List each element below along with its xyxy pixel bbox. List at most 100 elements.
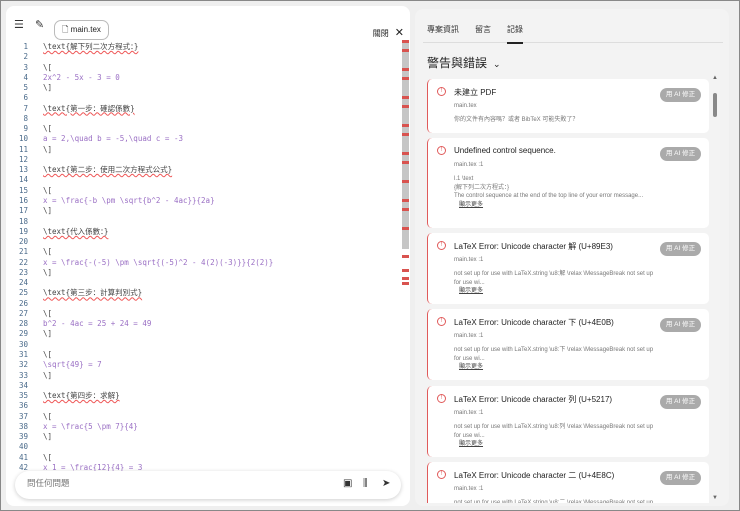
line-text: \[ (43, 308, 53, 318)
error-file[interactable]: main.tex :1 (454, 162, 483, 168)
line-number: 18 (18, 216, 28, 226)
code-line: 37 \[ (6, 412, 401, 422)
voice-icon[interactable]: ⫼ (363, 478, 368, 489)
line-text: \text{代入係數：} (43, 226, 109, 236)
warnings-heading[interactable]: 警告與錯誤 ⌄ (427, 54, 501, 71)
edit-icon[interactable]: ✎ (35, 18, 44, 32)
code-line: 1 \text{解下列二次方程式：} (6, 42, 401, 52)
show-more-link[interactable]: 顯示更多 (459, 287, 659, 296)
fix-with-ai-button[interactable]: 用 AI 修正 (660, 395, 701, 409)
close-button[interactable]: 關閉 ✕ (373, 26, 404, 39)
error-icon: ! (437, 241, 446, 250)
error-list-scrollbar[interactable]: ▲ ▼ (712, 75, 719, 503)
show-more-link[interactable]: 顯示更多 (459, 363, 659, 372)
error-file[interactable]: main.tex :1 (454, 257, 483, 263)
scroll-down-icon[interactable]: ▼ (712, 495, 718, 501)
error-file[interactable]: main.tex (454, 103, 477, 109)
error-file[interactable]: main.tex :1 (454, 486, 483, 492)
show-more-link[interactable]: 顯示更多 (459, 201, 659, 210)
line-text: \text{第四步：求解} (43, 391, 120, 401)
line-number: 1 (23, 42, 28, 51)
code-line: 12 (6, 155, 401, 165)
line-number: 19 (18, 226, 28, 236)
error-message-text: 你的文件有內容嗎？或者 BibTeX 可能失敗了？ (454, 117, 579, 123)
code-line: 16 x = \frac{-b \pm \sqrt{b^2 - 4ac}}{2a} (6, 196, 401, 206)
fix-with-ai-button[interactable]: 用 AI 修正 (660, 88, 701, 102)
code-line: 7 \text{第一步：確認係數} (6, 104, 401, 114)
error-card[interactable]: ! 未建立 PDF main.tex 你的文件有內容嗎？或者 BibTeX 可能… (427, 79, 709, 133)
error-file[interactable]: main.tex :1 (454, 333, 483, 339)
error-title: 未建立 PDF (454, 88, 497, 97)
error-card[interactable]: ! LaTeX Error: Unicode character 解 (U+89… (427, 233, 709, 304)
error-marker (402, 68, 409, 71)
fix-with-ai-button[interactable]: 用 AI 修正 (660, 147, 701, 161)
scroll-up-icon[interactable]: ▲ (712, 75, 718, 81)
line-number: 33 (18, 370, 28, 380)
line-text: a = 2,\quad b = -5,\quad c = -3 (43, 134, 183, 144)
tab-comments[interactable]: 留言 (475, 24, 491, 35)
error-marker (402, 199, 409, 202)
error-icon: ! (437, 470, 446, 479)
error-message-text: l.1 \text {解下列二次方程式：} The control sequen… (454, 176, 644, 199)
code-line: 41 \[ (6, 453, 401, 463)
error-card[interactable]: ! LaTeX Error: Unicode character 二 (U+4E… (427, 462, 709, 503)
line-text: \[ (43, 349, 53, 359)
chevron-down-icon: ⌄ (493, 59, 501, 69)
error-card[interactable]: ! LaTeX Error: Unicode character 列 (U+52… (427, 386, 709, 457)
code-line: 5 \] (6, 83, 401, 93)
file-tab[interactable]: 🗋 main.tex (54, 20, 109, 40)
chat-input[interactable] (27, 478, 327, 488)
error-message-text: not set up for use with LaTeX.string \u8… (454, 347, 654, 362)
line-text: \text{第一步：確認係數} (43, 103, 135, 113)
file-icon: 🗋 (62, 25, 69, 34)
line-text: \[ (43, 452, 53, 462)
error-title: LaTeX Error: Unicode character 解 (U+89E3… (454, 242, 613, 251)
scroll-thumb[interactable] (713, 93, 717, 117)
error-card[interactable]: ! Undefined control sequence. main.tex :… (427, 138, 709, 228)
error-card[interactable]: ! LaTeX Error: Unicode character 下 (U+4E… (427, 309, 709, 380)
code-line: 3 \[ (6, 63, 401, 73)
error-marker (402, 277, 409, 280)
side-panel: 專案資訊 留言 記錄 警告與錯誤 ⌄ ! 未建立 PDF main.tex 你的文… (415, 9, 729, 506)
image-icon[interactable]: ▣ (343, 478, 352, 489)
line-text: x = \frac{-(-5) \pm \sqrt{(-5)^2 - 4(2)(… (43, 257, 274, 267)
close-icon: ✕ (394, 27, 404, 39)
tab-logs[interactable]: 記錄 (507, 24, 523, 44)
code-editor[interactable]: 1 \text{解下列二次方程式：} 2 3 \[4 2x^2 - 5x - 3 = 05… (6, 42, 401, 477)
code-line: 21 \[ (6, 247, 401, 257)
line-number: 34 (18, 380, 28, 390)
line-number: 6 (23, 93, 28, 103)
fix-with-ai-button[interactable]: 用 AI 修正 (660, 242, 701, 256)
line-number: 36 (18, 401, 28, 411)
error-marker (402, 227, 409, 230)
line-number: 13 (18, 165, 28, 175)
fix-with-ai-button[interactable]: 用 AI 修正 (660, 471, 701, 485)
line-number: 28 (18, 319, 28, 329)
code-line: 27 \[ (6, 309, 401, 319)
show-more-link[interactable]: 顯示更多 (459, 440, 659, 449)
code-line: 34 (6, 381, 401, 391)
tab-project-info[interactable]: 專案資訊 (427, 24, 459, 35)
line-text: \] (43, 329, 53, 339)
error-message: not set up for use with LaTeX.string \u8… (454, 499, 659, 503)
line-text: \] (43, 432, 53, 442)
fix-with-ai-button[interactable]: 用 AI 修正 (660, 318, 701, 332)
error-marker (402, 269, 409, 272)
line-number: 2 (23, 52, 28, 62)
line-text: \text{解下列二次方程式：} (43, 42, 139, 51)
menu-icon[interactable]: ☰ (14, 18, 24, 32)
line-number: 10 (18, 134, 28, 144)
error-file[interactable]: main.tex :1 (454, 410, 483, 416)
editor-scrollbar[interactable] (402, 40, 409, 249)
code-line: 18 (6, 217, 401, 227)
line-number: 12 (18, 154, 28, 164)
code-line: 25 \text{第三步：計算判別式} (6, 288, 401, 298)
code-line: 8 (6, 114, 401, 124)
error-marker (402, 161, 409, 164)
code-line: 15 \[ (6, 186, 401, 196)
line-number: 4 (23, 72, 28, 82)
send-icon[interactable]: ➤ (382, 478, 390, 489)
code-line: 32 \sqrt{49} = 7 (6, 360, 401, 370)
code-line: 20 (6, 237, 401, 247)
error-icon: ! (437, 87, 446, 96)
